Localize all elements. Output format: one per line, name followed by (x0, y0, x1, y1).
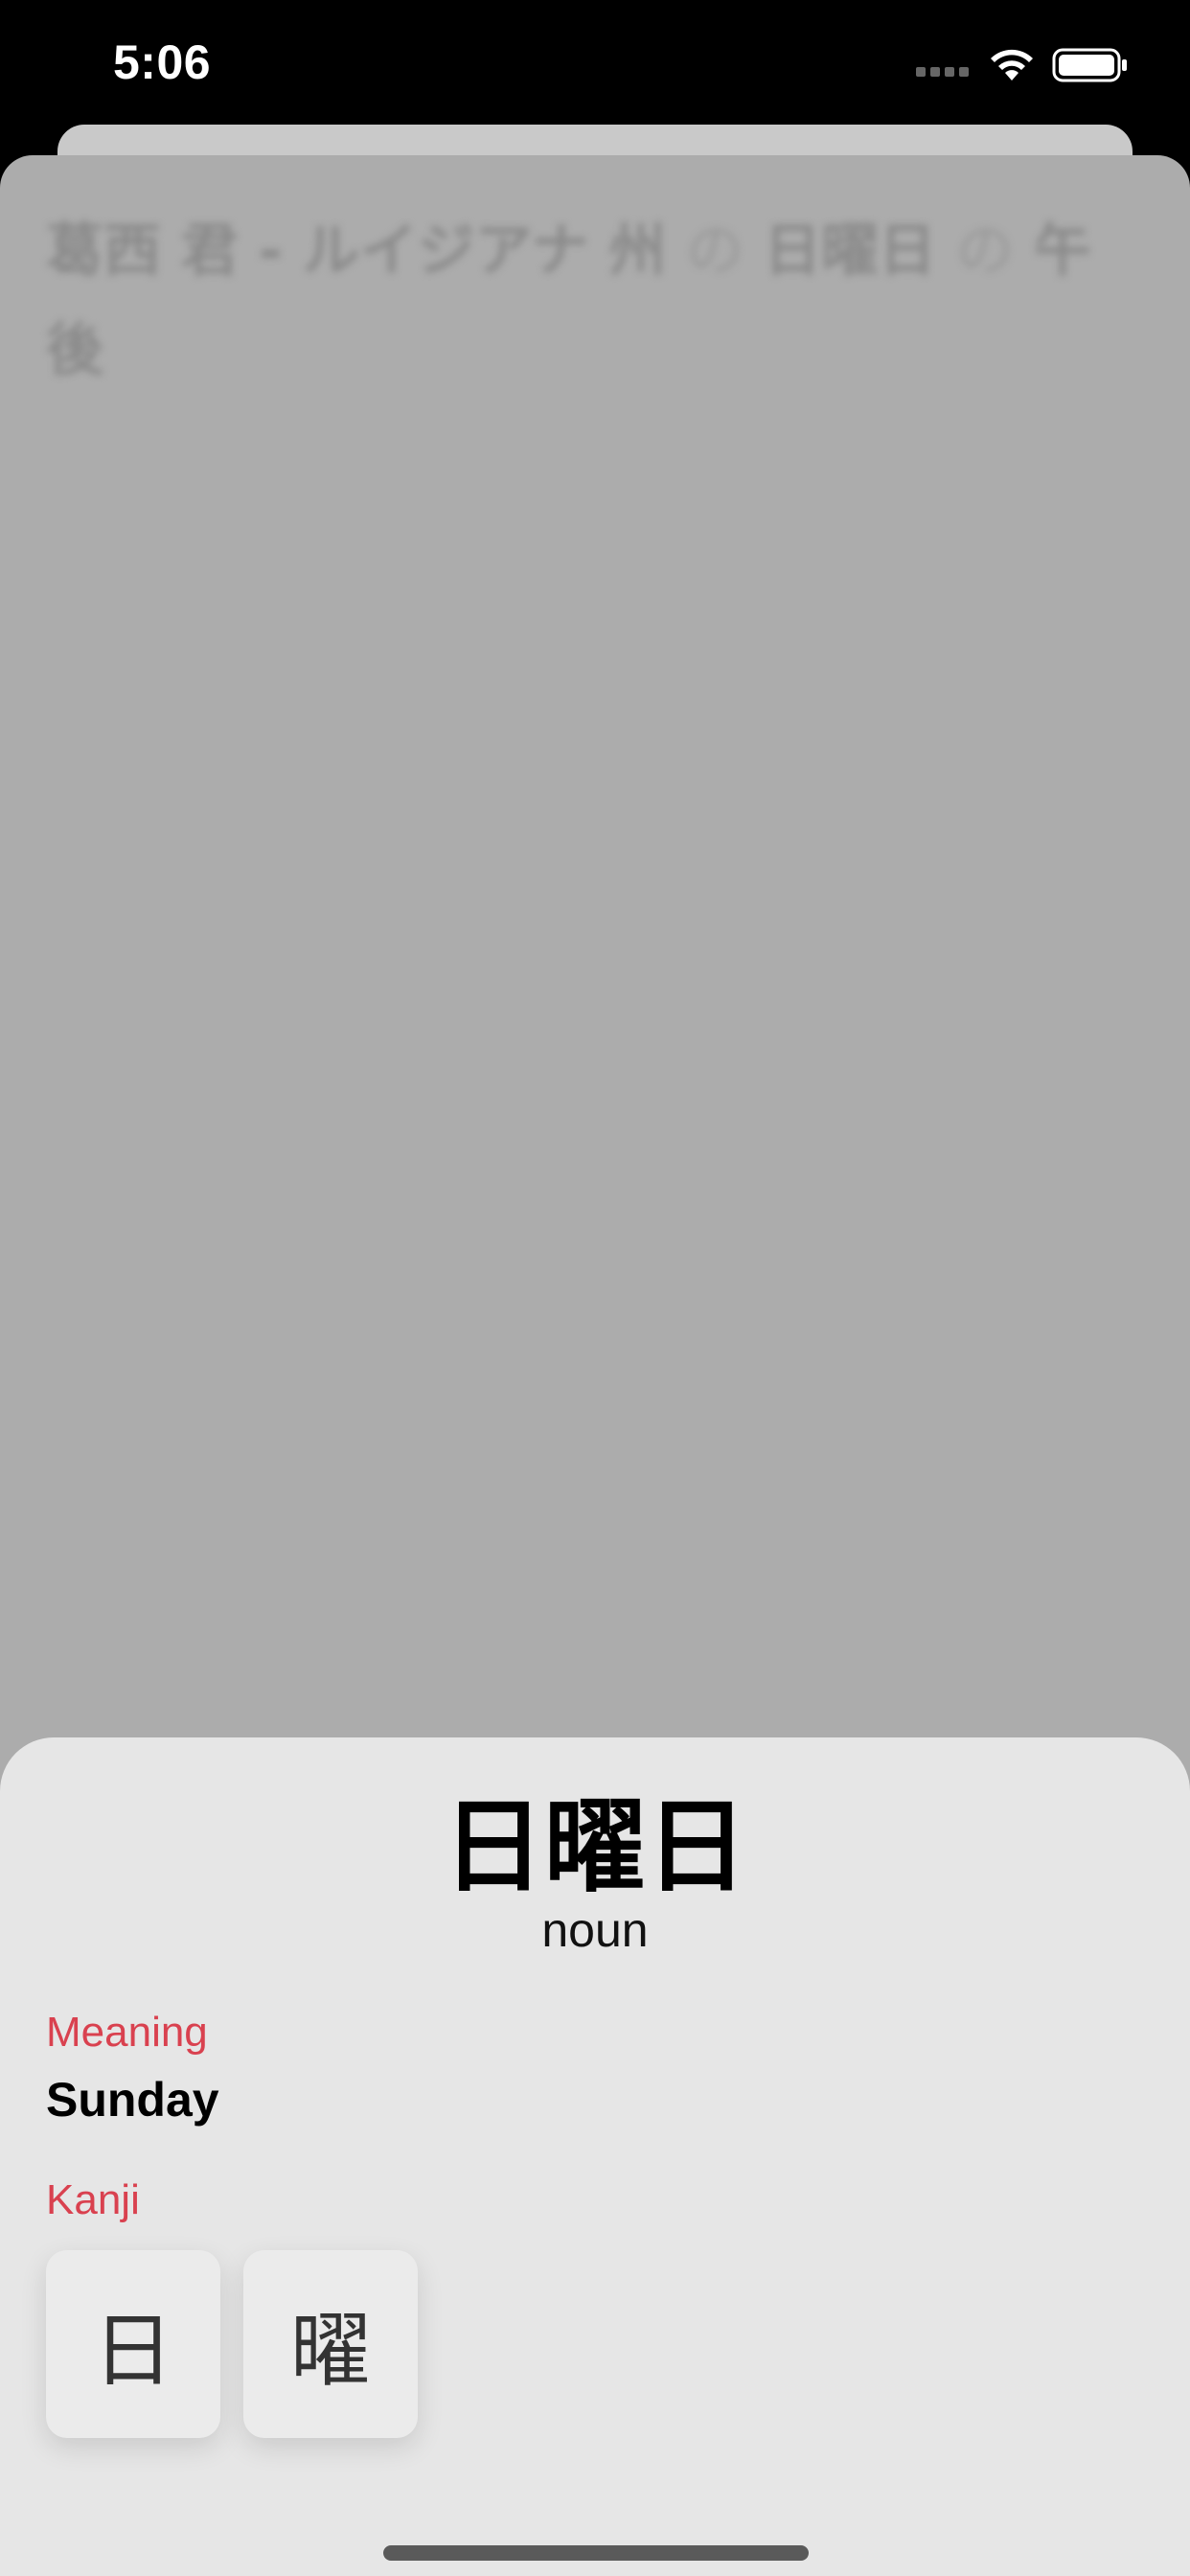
sentence-word[interactable]: 州 (608, 218, 666, 285)
cellular-signal-icon (916, 67, 970, 80)
meaning-value: Sunday (46, 2073, 219, 2127)
kanji-tile[interactable]: 曜 (243, 2250, 418, 2438)
sentence-word[interactable]: 日曜日 (764, 218, 936, 285)
home-indicator[interactable] (383, 2545, 809, 2561)
status-bar: 5:06 (0, 0, 1190, 129)
kanji-tile[interactable]: 日 (46, 2250, 220, 2438)
sentence-word[interactable]: ルイジアナ (303, 218, 589, 285)
battery-icon (1052, 48, 1127, 82)
sentence-word[interactable]: 葛西 (46, 218, 161, 285)
sentence-word[interactable]: 君 (181, 218, 239, 285)
kanji-label: Kanji (46, 2176, 140, 2223)
word-title: 日曜日 (443, 1788, 747, 1906)
sentence-word[interactable]: - (259, 218, 283, 285)
sentence-particle[interactable]: の (686, 218, 744, 285)
status-time: 5:06 (113, 35, 212, 89)
wifi-icon (991, 49, 1033, 80)
sentence-particle[interactable]: の (956, 218, 1014, 285)
word-detail-sheet[interactable]: 日曜日 noun Meaning Sunday Kanji 日 曜 (0, 1737, 1190, 2576)
sentence-text: 葛西 君 - ルイジアナ 州 の 日曜日 の 午後 (46, 201, 1148, 401)
part-of-speech: noun (541, 1903, 649, 1957)
meaning-label: Meaning (46, 2009, 208, 2056)
